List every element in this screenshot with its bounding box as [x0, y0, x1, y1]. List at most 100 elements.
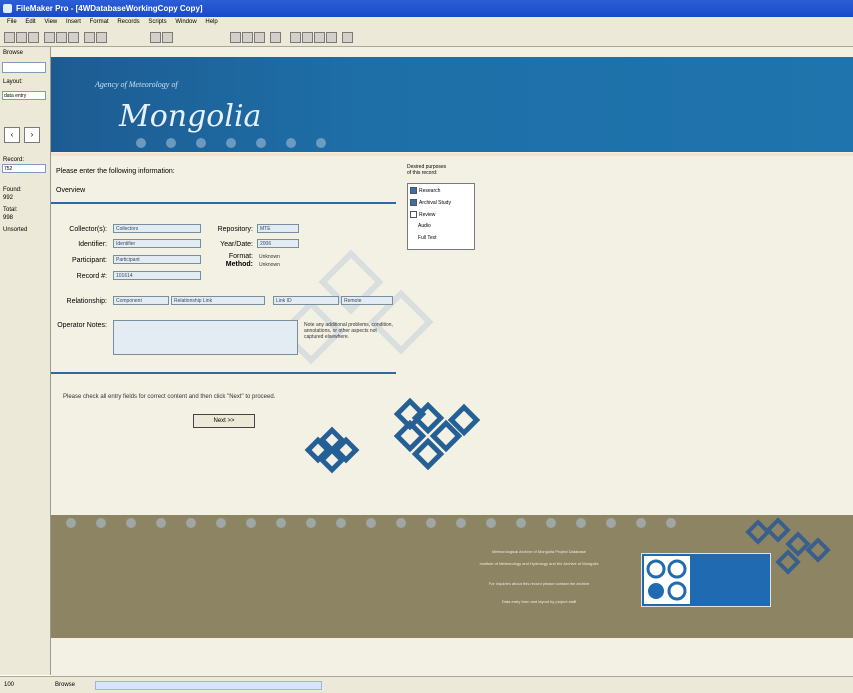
- record-number-field[interactable]: 752: [2, 164, 46, 173]
- footer-line-1: Meteorological Archive of Mongolia Proje…: [492, 549, 586, 554]
- purpose-label-audio: Audio: [418, 223, 431, 229]
- app-icon: [3, 4, 12, 13]
- purpose-item-fulltext[interactable]: Full Text: [418, 235, 437, 242]
- footer-line-3: For inquiries about this record please c…: [488, 581, 590, 586]
- duplicate-record-icon[interactable]: [254, 32, 265, 43]
- purpose-label-review: Review: [419, 211, 436, 218]
- purpose-item-review[interactable]: Review: [410, 211, 435, 218]
- menu-bar: File Edit View Insert Format Records Scr…: [0, 17, 853, 28]
- relationship-label: Relationship:: [66, 298, 107, 305]
- layout-dropdown[interactable]: data entry: [2, 91, 46, 100]
- open-icon[interactable]: [16, 32, 27, 43]
- layout-icon[interactable]: [270, 32, 281, 43]
- menu-help[interactable]: Help: [205, 17, 217, 28]
- menu-scripts[interactable]: Scripts: [148, 17, 166, 28]
- toolbar: [0, 28, 853, 47]
- horizontal-scrollbar[interactable]: [95, 681, 322, 690]
- collectors-field[interactable]: Collectors: [113, 224, 201, 233]
- mode-selector[interactable]: [2, 62, 46, 73]
- endless-knot-ornament: [304, 397, 481, 474]
- italic-icon[interactable]: [302, 32, 313, 43]
- sort-status: Unsorted: [3, 227, 28, 233]
- delete-record-icon[interactable]: [242, 32, 253, 43]
- purpose-label-fulltext: Full Text: [418, 235, 437, 241]
- omit-icon[interactable]: [162, 32, 173, 43]
- banner-brand: Mongolia: [119, 99, 262, 134]
- footer-knot-cluster: [745, 517, 831, 575]
- repository-field[interactable]: MTE: [257, 224, 299, 233]
- menu-edit[interactable]: Edit: [25, 17, 35, 28]
- status-area: Browse Layout: data entry ‹ › Record: 75…: [0, 47, 51, 675]
- menu-insert[interactable]: Insert: [66, 17, 81, 28]
- header-banner: Agency of Meteorology of Mongolia: [51, 57, 853, 152]
- checkbox-archival[interactable]: [410, 199, 417, 206]
- method-label: Method:: [225, 261, 253, 268]
- relationship-link-field[interactable]: Relationship Link: [171, 296, 265, 305]
- layout-label: Layout:: [3, 79, 23, 85]
- identifier-field[interactable]: Identifier: [113, 239, 201, 248]
- form-bottom-divider: [51, 372, 396, 374]
- purpose-label-research: Research: [419, 187, 441, 194]
- menu-records[interactable]: Records: [117, 17, 139, 28]
- menu-file[interactable]: File: [7, 17, 17, 28]
- print-icon[interactable]: [28, 32, 39, 43]
- operator-notes-hint: Note any additional problems, condition,…: [304, 322, 393, 340]
- relationship-remote-field[interactable]: Remote: [341, 296, 393, 305]
- window-titlebar: FileMaker Pro - [4WDatabaseWorkingCopy C…: [0, 0, 853, 17]
- checkbox-review[interactable]: [410, 211, 417, 218]
- previous-record-icon[interactable]: ‹: [4, 127, 20, 143]
- purpose-item-archival[interactable]: Archival Study: [410, 199, 451, 206]
- copy-icon[interactable]: [56, 32, 67, 43]
- bold-icon[interactable]: [290, 32, 301, 43]
- zoom-level[interactable]: 100: [4, 677, 14, 693]
- operator-notes-field[interactable]: [113, 320, 298, 355]
- paste-icon[interactable]: [68, 32, 79, 43]
- participant-field[interactable]: Participant: [113, 255, 201, 264]
- sort-icon[interactable]: [96, 32, 107, 43]
- find-icon[interactable]: [150, 32, 161, 43]
- year-field[interactable]: 2006: [257, 239, 299, 248]
- footer-band: Meteorological Archive of Mongolia Proje…: [51, 515, 853, 638]
- relationship-component-field[interactable]: Component: [113, 296, 169, 305]
- footer-line-2: Institute of Meteorology and Hydrology a…: [479, 561, 599, 566]
- section-divider: [51, 202, 396, 204]
- mode-status[interactable]: Browse: [55, 677, 75, 693]
- purpose-item-research[interactable]: Research: [410, 187, 440, 194]
- new-icon[interactable]: [4, 32, 15, 43]
- window-title: FileMaker Pro - [4WDatabaseWorkingCopy C…: [16, 4, 203, 13]
- section-title: Overview: [56, 187, 86, 194]
- logo-emblem-icon: [646, 559, 687, 601]
- format-label: Format:: [228, 253, 253, 260]
- total-label: Total:: [3, 207, 18, 213]
- align-center-icon[interactable]: [326, 32, 337, 43]
- menu-view[interactable]: View: [44, 17, 57, 28]
- format-value: Unknown: [259, 254, 280, 260]
- undo-icon[interactable]: [84, 32, 95, 43]
- relationship-id-field[interactable]: Link ID: [273, 296, 339, 305]
- participant-label: Participant:: [71, 257, 107, 264]
- record-num-field[interactable]: 101614: [113, 271, 201, 280]
- logo-emblem: [644, 556, 690, 604]
- purpose-label-archival: Archival Study: [419, 199, 451, 206]
- new-record-icon[interactable]: [230, 32, 241, 43]
- menu-format[interactable]: Format: [90, 17, 109, 28]
- layout-content: Agency of Meteorology of Mongolia Please…: [51, 47, 853, 676]
- status-bar: 100 Browse: [0, 676, 853, 693]
- purpose-item-audio[interactable]: Audio: [418, 223, 431, 230]
- purpose-title-line-2: of this record:: [407, 170, 438, 176]
- spell-check-icon[interactable]: [342, 32, 353, 43]
- cut-icon[interactable]: [44, 32, 55, 43]
- year-label: Year/Date:: [220, 241, 253, 248]
- banner-knot-ornament: [136, 138, 326, 148]
- banner-org: Agency of Meteorology of: [95, 80, 178, 89]
- method-value: Unknown: [259, 262, 280, 268]
- align-left-icon[interactable]: [314, 32, 325, 43]
- menu-window[interactable]: Window: [175, 17, 196, 28]
- next-record-icon[interactable]: ›: [24, 127, 40, 143]
- found-value: 992: [3, 195, 14, 201]
- next-button[interactable]: Next >>: [193, 414, 255, 428]
- form-intro: Please enter the following information:: [56, 168, 175, 175]
- checkbox-research[interactable]: [410, 187, 417, 194]
- banner-underline: [51, 153, 853, 156]
- total-value: 998: [3, 215, 14, 221]
